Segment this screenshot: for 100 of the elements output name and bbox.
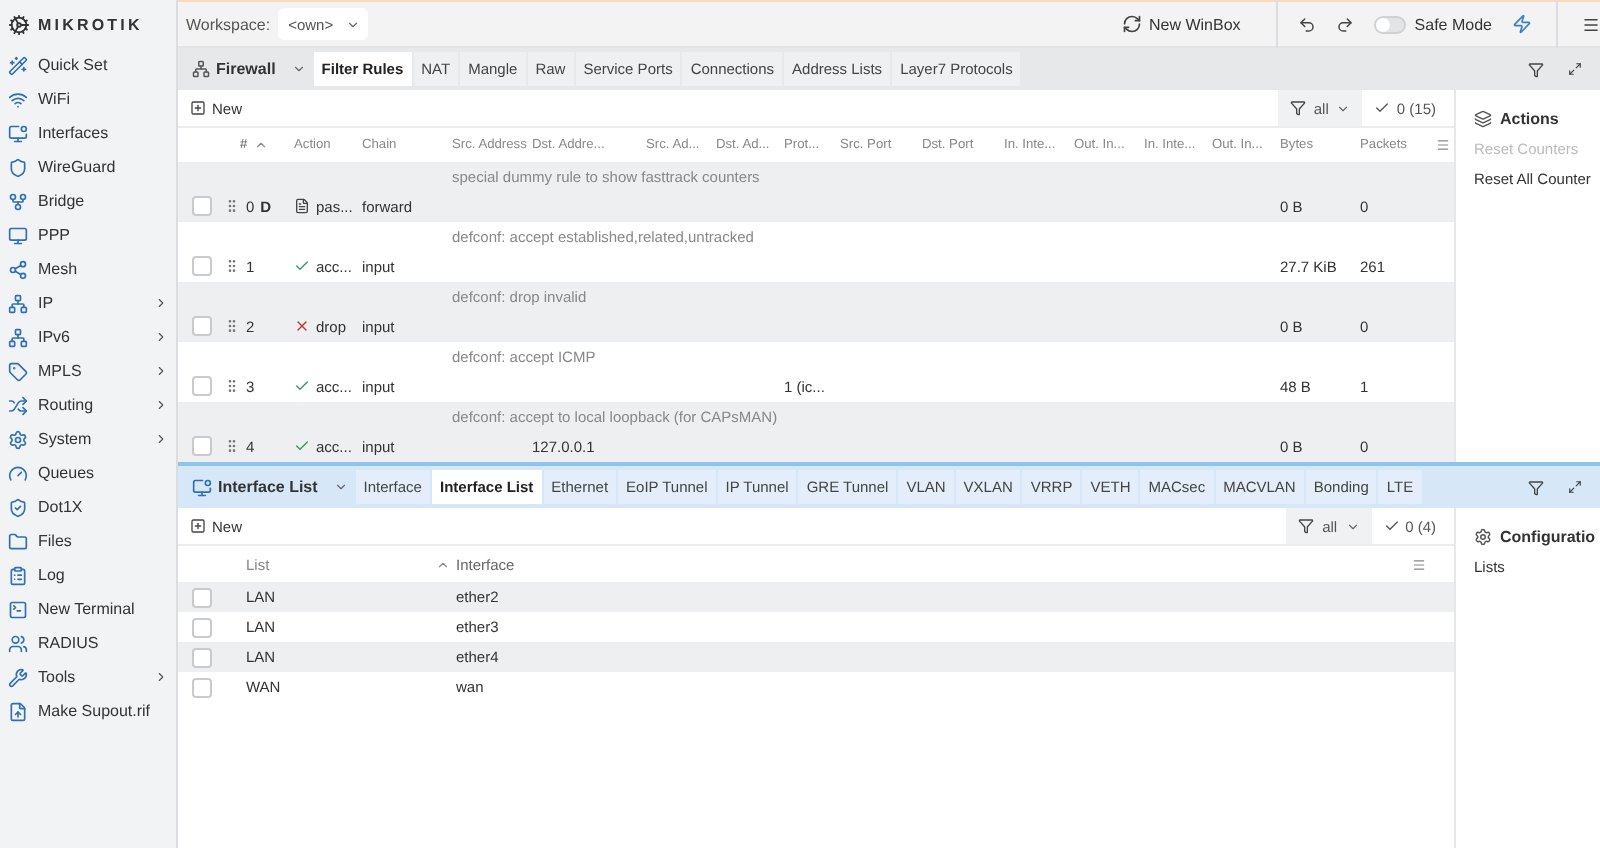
filter-icon: [1298, 518, 1315, 534]
check-icon: [294, 258, 310, 274]
sidebar-item[interactable]: Interfaces: [0, 116, 176, 150]
clipboard-icon: [8, 565, 28, 585]
users-icon: [8, 633, 28, 653]
shield-icon: [8, 157, 28, 177]
settings-icon: [8, 429, 28, 449]
chevron-icon: [154, 398, 168, 412]
logo: MIKROTIK: [0, 0, 176, 48]
drag-handle-icon: [224, 258, 240, 274]
document-icon: [294, 198, 310, 214]
sidebar-item[interactable]: Quick Set: [0, 48, 176, 82]
network-icon: [8, 293, 28, 313]
sidebar-item[interactable]: Mesh: [0, 252, 176, 286]
tag-icon: [8, 361, 28, 381]
panel-title: Configuratio: [1474, 528, 1600, 546]
sidebar-item[interactable]: MPLS: [0, 354, 176, 388]
sidebar-item[interactable]: Tools: [0, 660, 176, 694]
drag-handle-icon: [224, 318, 240, 334]
chevron-icon: [154, 296, 168, 310]
drag-handle-icon: [224, 378, 240, 394]
plus-icon: [190, 100, 206, 116]
sidebar-item[interactable]: Routing: [0, 388, 176, 422]
drag-handle-icon: [224, 198, 240, 214]
refresh-icon: [1121, 14, 1141, 34]
sidebar-item[interactable]: Files: [0, 524, 176, 558]
row-checkbox[interactable]: [192, 617, 212, 637]
columns-icon: [1436, 138, 1450, 152]
maximize-icon: [1568, 62, 1582, 76]
chevron-icon: [154, 432, 168, 446]
caret-icon: [1345, 519, 1360, 533]
panel-title: Interface List: [184, 477, 326, 497]
panel-title: Firewall: [184, 60, 284, 78]
caret-icon: [1336, 101, 1351, 115]
filter-icon: [1528, 479, 1544, 495]
sidebar-item[interactable]: Dot1X: [0, 490, 176, 524]
drag-handle-icon: [224, 438, 240, 454]
row-checkbox[interactable]: [192, 587, 212, 607]
monitor-icon: [192, 477, 212, 497]
chevron-icon: [154, 364, 168, 378]
row-checkbox[interactable]: [192, 436, 212, 456]
maximize-icon: [1568, 480, 1582, 494]
settings-icon: [1474, 528, 1492, 546]
network-icon: [8, 327, 28, 347]
row-checkbox[interactable]: [192, 647, 212, 667]
sidebar-item[interactable]: WiFi: [0, 82, 176, 116]
chevron-icon: [154, 670, 168, 684]
redo-icon: [1336, 15, 1355, 33]
row-checkbox[interactable]: [192, 376, 212, 396]
safe-mode-toggle[interactable]: [1374, 15, 1407, 33]
bolt-icon: [1512, 14, 1532, 34]
sidebar-item[interactable]: RADIUS: [0, 626, 176, 660]
caret-icon: [291, 62, 306, 76]
menu-icon: [1582, 15, 1600, 33]
sidebar-item[interactable]: PPP: [0, 218, 176, 252]
sidebar-item[interactable]: WireGuard: [0, 150, 176, 184]
caret-icon: [345, 17, 360, 31]
plus-icon: [190, 518, 206, 534]
row-checkbox[interactable]: [192, 196, 212, 216]
columns-icon: [1412, 557, 1426, 571]
safe-mode-label: Safe Mode: [1414, 15, 1492, 33]
chevron-icon: [154, 330, 168, 344]
sidebar-item[interactable]: Make Supout.rif: [0, 694, 176, 728]
undo-icon: [1298, 15, 1317, 33]
panel-title: Actions: [1474, 110, 1600, 128]
sidebar-item[interactable]: Queues: [0, 456, 176, 490]
wrench-icon: [8, 667, 28, 687]
sidebar-item[interactable]: System: [0, 422, 176, 456]
layers-icon: [1474, 110, 1492, 128]
filter-icon: [1528, 61, 1544, 77]
sidebar-item[interactable]: Log: [0, 558, 176, 592]
row-checkbox[interactable]: [192, 256, 212, 276]
network-icon: [192, 60, 210, 78]
shield-icon: [8, 497, 28, 517]
file-icon: [8, 701, 28, 721]
sort-icon: [436, 557, 450, 571]
logo-icon: [8, 13, 30, 35]
filter-icon: [1289, 100, 1306, 116]
monitor-icon: [8, 123, 28, 143]
row-checkbox[interactable]: [192, 677, 212, 697]
workspace-label: Workspace:: [186, 15, 271, 33]
caret-icon: [333, 480, 348, 494]
sidebar-item[interactable]: New Terminal: [0, 592, 176, 626]
sidebar-item[interactable]: IPv6: [0, 320, 176, 354]
folder-icon: [8, 531, 28, 551]
row-checkbox[interactable]: [192, 316, 212, 336]
gauge-icon: [8, 463, 28, 483]
fork-icon: [8, 191, 28, 211]
monitor-icon: [8, 225, 28, 245]
check-icon: [1383, 518, 1400, 534]
sort-icon: [253, 138, 268, 152]
sidebar-item[interactable]: Bridge: [0, 184, 176, 218]
terminal-icon: [8, 599, 28, 619]
x-icon: [294, 318, 310, 334]
sidebar-item[interactable]: IP: [0, 286, 176, 320]
share-icon: [8, 259, 28, 279]
shuffle-icon: [8, 395, 28, 415]
wifi-icon: [8, 89, 28, 109]
wand-icon: [8, 55, 28, 75]
check-icon: [294, 438, 310, 454]
